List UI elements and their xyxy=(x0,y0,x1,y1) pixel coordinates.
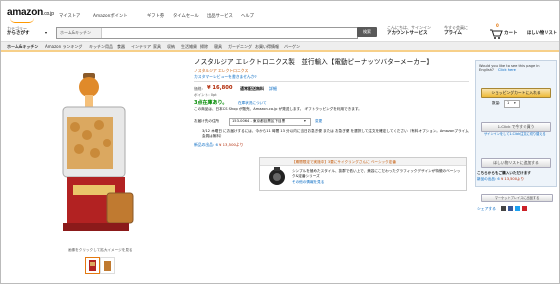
shipping-detail-link[interactable]: 詳細 xyxy=(269,87,277,91)
sidebar-new-offers-price: ¥ 13,500より xyxy=(501,177,525,181)
add-to-cart-button[interactable]: ショッピングカートに入れる xyxy=(481,88,551,98)
prime-line2[interactable]: プライム xyxy=(444,31,462,37)
thumbnail-2[interactable] xyxy=(100,257,115,274)
sidebar-new-offers-link[interactable]: 新品の出品: 6 xyxy=(477,177,500,182)
pinterest-share-icon[interactable] xyxy=(522,206,527,211)
qty-value: 1 xyxy=(507,101,510,105)
marketplace-sell-button[interactable]: マーケットプレイスに出品する xyxy=(481,194,553,202)
product-image[interactable] xyxy=(61,73,141,237)
twitter-share-icon[interactable] xyxy=(515,206,520,211)
category-label2[interactable]: からさがす xyxy=(7,31,30,37)
facebook-share-icon[interactable] xyxy=(508,206,513,211)
nav-link-seller[interactable]: 出品サービス xyxy=(207,13,233,19)
one-click-label: 1-Click で今すぐ買う xyxy=(497,124,535,129)
delivery-value: 153-0064 - 東京都目黒区下目黒 xyxy=(232,119,286,123)
category-chevron-icon[interactable]: ▾ xyxy=(45,31,47,35)
nav-link-timesale[interactable]: タイムセール xyxy=(173,13,199,19)
one-click-button[interactable]: 1-Click で今すぐ買う xyxy=(481,122,551,132)
add-to-cart-label: ショッピングカートに入れる xyxy=(491,90,541,95)
stock-status: 3点在庫あり。 xyxy=(194,100,228,106)
share-label: シェアする xyxy=(477,206,496,211)
search-button[interactable]: 検索 xyxy=(357,27,377,37)
add-to-wishlist-label: ほしい物リストに追加する xyxy=(493,160,539,165)
thumbnail-1[interactable] xyxy=(85,257,100,274)
buy-box: Would you like to see this page in Engli… xyxy=(475,60,557,187)
promo-more-link[interactable]: その他の情報を見る xyxy=(292,180,324,185)
nav-link-help[interactable]: ヘルプ xyxy=(241,13,254,19)
english-promo: Would you like to see this page in Engli… xyxy=(479,64,540,73)
stock-note-link[interactable]: 在庫状況について xyxy=(238,101,267,106)
promo-body: シンプルを極めたスタイル、抜群で低い上で、美容にこだわったグラフィックデザインが… xyxy=(292,169,461,178)
divider xyxy=(194,81,469,82)
delivery-change-link[interactable]: 変更 xyxy=(315,119,322,124)
other-sellers-label: こちらからもご購入いただけます xyxy=(477,171,531,175)
promo-box: 【期間限定で実施中】3要にサイクリングさんに ベーシック定番 シンプルを極めたス… xyxy=(259,157,467,191)
one-click-signin-link[interactable]: サインインをして1-Click注文に切り替える xyxy=(484,132,546,136)
review-link[interactable]: カスタマーレビューを書きませんか? xyxy=(194,75,257,79)
nav-underline xyxy=(1,50,559,52)
account-services[interactable]: アカウントサービス xyxy=(387,31,428,37)
delivery-select[interactable]: 153-0064 - 東京都目黒区下目黒 ▾ xyxy=(229,118,311,126)
logo-smile-icon xyxy=(10,18,34,23)
wishlist-label[interactable]: ほしい物リスト xyxy=(527,31,557,36)
prime-line1[interactable]: 今すぐ会員に xyxy=(444,26,468,30)
delivery-note: 3/12 木曜日 にお届けするには、今から11 時間 13 分以内に当日お急ぎ便… xyxy=(202,129,469,138)
english-link[interactable]: Click here xyxy=(498,68,516,73)
add-to-wishlist-button[interactable]: ほしい物リストに追加する xyxy=(481,158,551,168)
points: ポイント: 0pt xyxy=(194,93,217,97)
cart-label[interactable]: カート xyxy=(504,31,518,37)
cart-count: 0 xyxy=(496,23,499,28)
marketplace-sell-label: マーケットプレイスに出品する xyxy=(494,196,540,200)
search-dropdown[interactable]: ホーム&キッチン xyxy=(57,28,102,38)
search-dropdown-label: ホーム&キッチン xyxy=(60,30,91,35)
brand-link[interactable]: ノスタルジア エレクトロニクス xyxy=(194,69,248,73)
delivery-chevron-icon: ▾ xyxy=(304,119,306,123)
amazon-logo[interactable]: amazon.co.jp xyxy=(7,7,54,18)
new-offers-price: ¥ 13,500より xyxy=(219,142,244,147)
account-greeting[interactable]: こんにちは、サインイン xyxy=(387,26,431,30)
price-label: 価格: xyxy=(194,86,203,91)
new-offers-link[interactable]: 新品の出品: 6 xyxy=(194,143,218,147)
nav-link-mystore[interactable]: マイストア xyxy=(59,13,80,19)
search-input[interactable]: ホーム&キッチン xyxy=(56,27,358,39)
seller-info: この商品は、日本CS Shop が販売、Amazon.co.jp が発送します。… xyxy=(194,107,362,111)
promo-heading[interactable]: 【期間限定で実施中】3要にサイクリングさんに ベーシック定番 xyxy=(292,160,396,165)
qty-chevron-icon: ▾ xyxy=(514,101,516,105)
promo-product-image[interactable] xyxy=(266,165,288,191)
page-frame: amazon.co.jp マイストア Amazonポイント ギフト券 タイムセー… xyxy=(0,0,560,284)
nav-link-gift[interactable]: ギフト券 xyxy=(147,13,164,19)
price: ¥ 16,800 xyxy=(207,85,233,91)
shipping-label: 通常配送無料 xyxy=(240,86,264,91)
product-title: ノスタルジア エレクトロニクス製 並行輸入【電動ピーナッツバターメーカー】 xyxy=(194,58,434,66)
thumb-caption: 画像をクリックして拡大イメージを見る xyxy=(68,248,133,252)
qty-label: 数量: xyxy=(492,101,501,105)
email-share-icon[interactable] xyxy=(501,206,506,211)
qty-select[interactable]: 1 ▾ xyxy=(504,100,520,108)
delivery-label: お届け先の住所 xyxy=(194,119,220,123)
nav-link-points[interactable]: Amazonポイント xyxy=(93,13,128,19)
